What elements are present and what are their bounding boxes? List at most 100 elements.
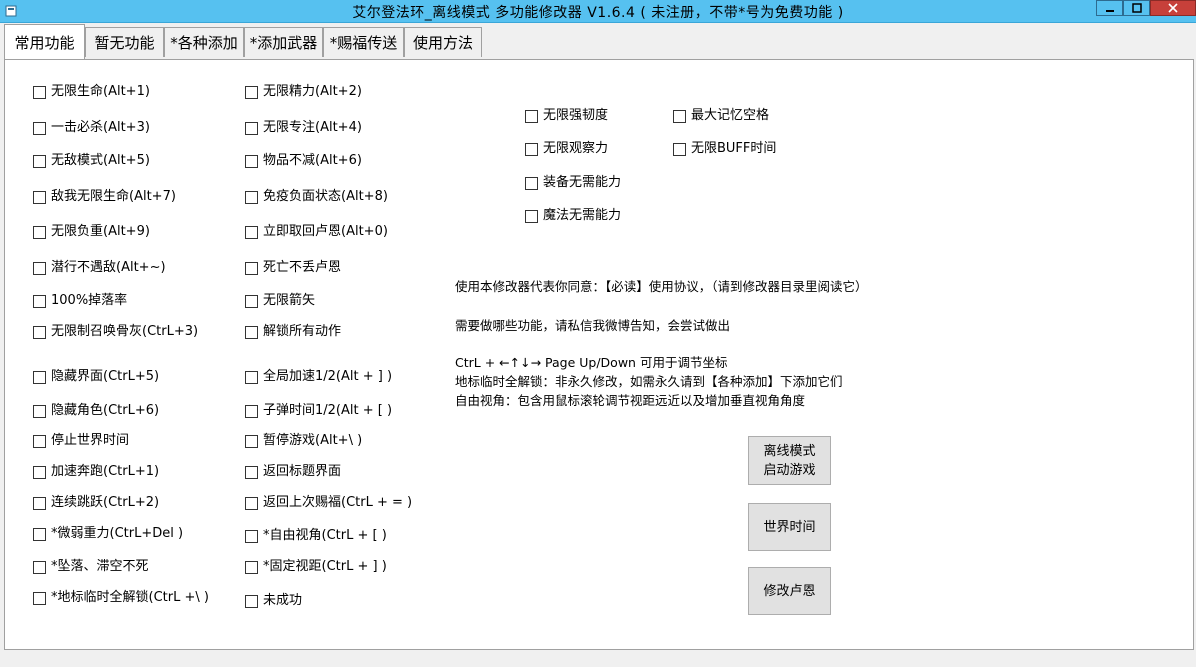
col2-checkbox-1[interactable]: 无限精力(Alt+2) bbox=[245, 84, 362, 100]
close-button[interactable] bbox=[1150, 0, 1196, 16]
checkbox-label: 无限观察力 bbox=[543, 141, 609, 156]
checkbox-box[interactable] bbox=[245, 529, 258, 543]
checkbox-label: 潜行不遇敌(Alt+~) bbox=[51, 260, 166, 275]
col4-checkbox-2[interactable]: 无限BUFF时间 bbox=[673, 141, 776, 157]
checkbox-box[interactable] bbox=[245, 465, 258, 479]
col2-checkbox-14[interactable]: *自由视角(CtrL + [ ) bbox=[245, 528, 387, 544]
col1-checkbox-9[interactable]: 隐藏界面(CtrL+5) bbox=[33, 369, 159, 385]
checkbox-box[interactable] bbox=[525, 142, 538, 156]
col1-checkbox-13[interactable]: 连续跳跃(CtrL+2) bbox=[33, 495, 159, 511]
checkbox-label: 死亡不丢卢恩 bbox=[263, 260, 342, 275]
col3-checkbox-4[interactable]: 魔法无需能力 bbox=[525, 208, 621, 224]
checkbox-label: 无限制召唤骨灰(CtrL+3) bbox=[51, 324, 199, 339]
checkbox-box[interactable] bbox=[245, 190, 258, 204]
checkbox-label: 无限生命(Alt+1) bbox=[51, 84, 150, 99]
checkbox-box[interactable] bbox=[33, 560, 46, 574]
checkbox-box[interactable] bbox=[245, 594, 258, 608]
col2-checkbox-5[interactable]: 立即取回卢恩(Alt+0) bbox=[245, 224, 388, 240]
col2-checkbox-9[interactable]: 全局加速1/2(Alt + ] ) bbox=[245, 369, 392, 385]
col3-checkbox-2[interactable]: 无限观察力 bbox=[525, 141, 608, 157]
checkbox-box[interactable] bbox=[245, 434, 258, 448]
checkbox-label: 敌我无限生命(Alt+7) bbox=[51, 189, 176, 204]
col1-checkbox-7[interactable]: 100%掉落率 bbox=[33, 293, 127, 309]
checkbox-box[interactable] bbox=[33, 465, 46, 479]
col1-checkbox-10[interactable]: 隐藏角色(CtrL+6) bbox=[33, 403, 159, 419]
checkbox-box[interactable] bbox=[525, 109, 538, 123]
checkbox-box[interactable] bbox=[525, 176, 538, 190]
col2-checkbox-10[interactable]: 子弹时间1/2(Alt + [ ) bbox=[245, 403, 392, 419]
checkbox-box[interactable] bbox=[245, 154, 258, 168]
col1-checkbox-5[interactable]: 无限负重(Alt+9) bbox=[33, 224, 150, 240]
tab-usage[interactable]: 使用方法 bbox=[404, 27, 482, 57]
checkbox-label: 加速奔跑(CtrL+1) bbox=[51, 464, 160, 479]
col1-checkbox-6[interactable]: 潜行不遇敌(Alt+~) bbox=[33, 260, 166, 276]
checkbox-box[interactable] bbox=[33, 325, 46, 339]
col2-checkbox-2[interactable]: 无限专注(Alt+4) bbox=[245, 120, 362, 136]
checkbox-box[interactable] bbox=[673, 109, 686, 123]
checkbox-box[interactable] bbox=[33, 434, 46, 448]
col3-checkbox-3[interactable]: 装备无需能力 bbox=[525, 175, 621, 191]
col3-checkbox-1[interactable]: 无限强韧度 bbox=[525, 108, 608, 124]
col1-checkbox-4[interactable]: 敌我无限生命(Alt+7) bbox=[33, 189, 176, 205]
col2-checkbox-6[interactable]: 死亡不丢卢恩 bbox=[245, 260, 341, 276]
tab-grace-teleport[interactable]: *赐福传送 bbox=[323, 27, 404, 57]
col2-checkbox-11[interactable]: 暂停游戏(Alt+\ ) bbox=[245, 433, 362, 449]
col1-checkbox-16[interactable]: *地标临时全解锁(CtrL +\ ) bbox=[33, 590, 209, 606]
checkbox-box[interactable] bbox=[33, 154, 46, 168]
checkbox-box[interactable] bbox=[33, 190, 46, 204]
checkbox-label: *地标临时全解锁(CtrL +\ ) bbox=[51, 590, 209, 605]
world-time-button[interactable]: 世界时间 bbox=[748, 503, 831, 551]
checkbox-box[interactable] bbox=[33, 496, 46, 510]
col1-checkbox-3[interactable]: 无敌模式(Alt+5) bbox=[33, 153, 150, 169]
col2-checkbox-12[interactable]: 返回标题界面 bbox=[245, 464, 341, 480]
col2-checkbox-8[interactable]: 解锁所有动作 bbox=[245, 324, 341, 340]
checkbox-box[interactable] bbox=[245, 85, 258, 99]
checkbox-box[interactable] bbox=[245, 121, 258, 135]
checkbox-box[interactable] bbox=[33, 261, 46, 275]
checkbox-box[interactable] bbox=[33, 404, 46, 418]
col1-checkbox-1[interactable]: 无限生命(Alt+1) bbox=[33, 84, 150, 100]
tab-common[interactable]: 常用功能 bbox=[4, 24, 85, 59]
checkbox-box[interactable] bbox=[245, 294, 258, 308]
checkbox-box[interactable] bbox=[33, 370, 46, 384]
checkbox-label: 返回上次赐福(CtrL + = ) bbox=[263, 495, 413, 510]
maximize-button[interactable] bbox=[1123, 0, 1150, 16]
col2-checkbox-3[interactable]: 物品不减(Alt+6) bbox=[245, 153, 362, 169]
tab-none[interactable]: 暂无功能 bbox=[85, 27, 164, 57]
col1-checkbox-8[interactable]: 无限制召唤骨灰(CtrL+3) bbox=[33, 324, 198, 340]
checkbox-label: 免疫负面状态(Alt+8) bbox=[263, 189, 388, 204]
checkbox-box[interactable] bbox=[33, 85, 46, 99]
col1-checkbox-15[interactable]: *坠落、滞空不死 bbox=[33, 559, 149, 575]
checkbox-box[interactable] bbox=[33, 591, 46, 605]
checkbox-box[interactable] bbox=[245, 404, 258, 418]
checkbox-box[interactable] bbox=[33, 294, 46, 308]
minimize-button[interactable] bbox=[1096, 0, 1123, 16]
tab-add-items[interactable]: *各种添加 bbox=[164, 27, 244, 57]
checkbox-box[interactable] bbox=[245, 560, 258, 574]
checkbox-box[interactable] bbox=[33, 121, 46, 135]
col2-checkbox-16[interactable]: 未成功 bbox=[245, 593, 302, 609]
checkbox-box[interactable] bbox=[245, 370, 258, 384]
checkbox-box[interactable] bbox=[245, 325, 258, 339]
checkbox-box[interactable] bbox=[245, 496, 258, 510]
checkbox-box[interactable] bbox=[245, 261, 258, 275]
freecam-hint: 自由视角：包含用鼠标滚轮调节视距远近以及增加垂直视角角度 bbox=[455, 393, 806, 408]
tab-add-weapons[interactable]: *添加武器 bbox=[244, 27, 323, 57]
checkbox-box[interactable] bbox=[245, 225, 258, 239]
col2-checkbox-7[interactable]: 无限箭矢 bbox=[245, 293, 315, 309]
checkbox-label: 未成功 bbox=[263, 593, 303, 608]
col2-checkbox-15[interactable]: *固定视距(CtrL + ] ) bbox=[245, 559, 387, 575]
modify-runes-button[interactable]: 修改卢恩 bbox=[748, 567, 831, 615]
col1-checkbox-2[interactable]: 一击必杀(Alt+3) bbox=[33, 120, 150, 136]
checkbox-box[interactable] bbox=[33, 225, 46, 239]
col2-checkbox-13[interactable]: 返回上次赐福(CtrL + = ) bbox=[245, 495, 412, 511]
checkbox-box[interactable] bbox=[33, 527, 46, 541]
col2-checkbox-4[interactable]: 免疫负面状态(Alt+8) bbox=[245, 189, 388, 205]
checkbox-box[interactable] bbox=[525, 209, 538, 223]
checkbox-box[interactable] bbox=[673, 142, 686, 156]
col1-checkbox-11[interactable]: 停止世界时间 bbox=[33, 433, 129, 449]
col4-checkbox-1[interactable]: 最大记忆空格 bbox=[673, 108, 769, 124]
offline-launch-button[interactable]: 离线模式 启动游戏 bbox=[748, 436, 831, 485]
col1-checkbox-12[interactable]: 加速奔跑(CtrL+1) bbox=[33, 464, 159, 480]
col1-checkbox-14[interactable]: *微弱重力(CtrL+Del ) bbox=[33, 526, 183, 542]
